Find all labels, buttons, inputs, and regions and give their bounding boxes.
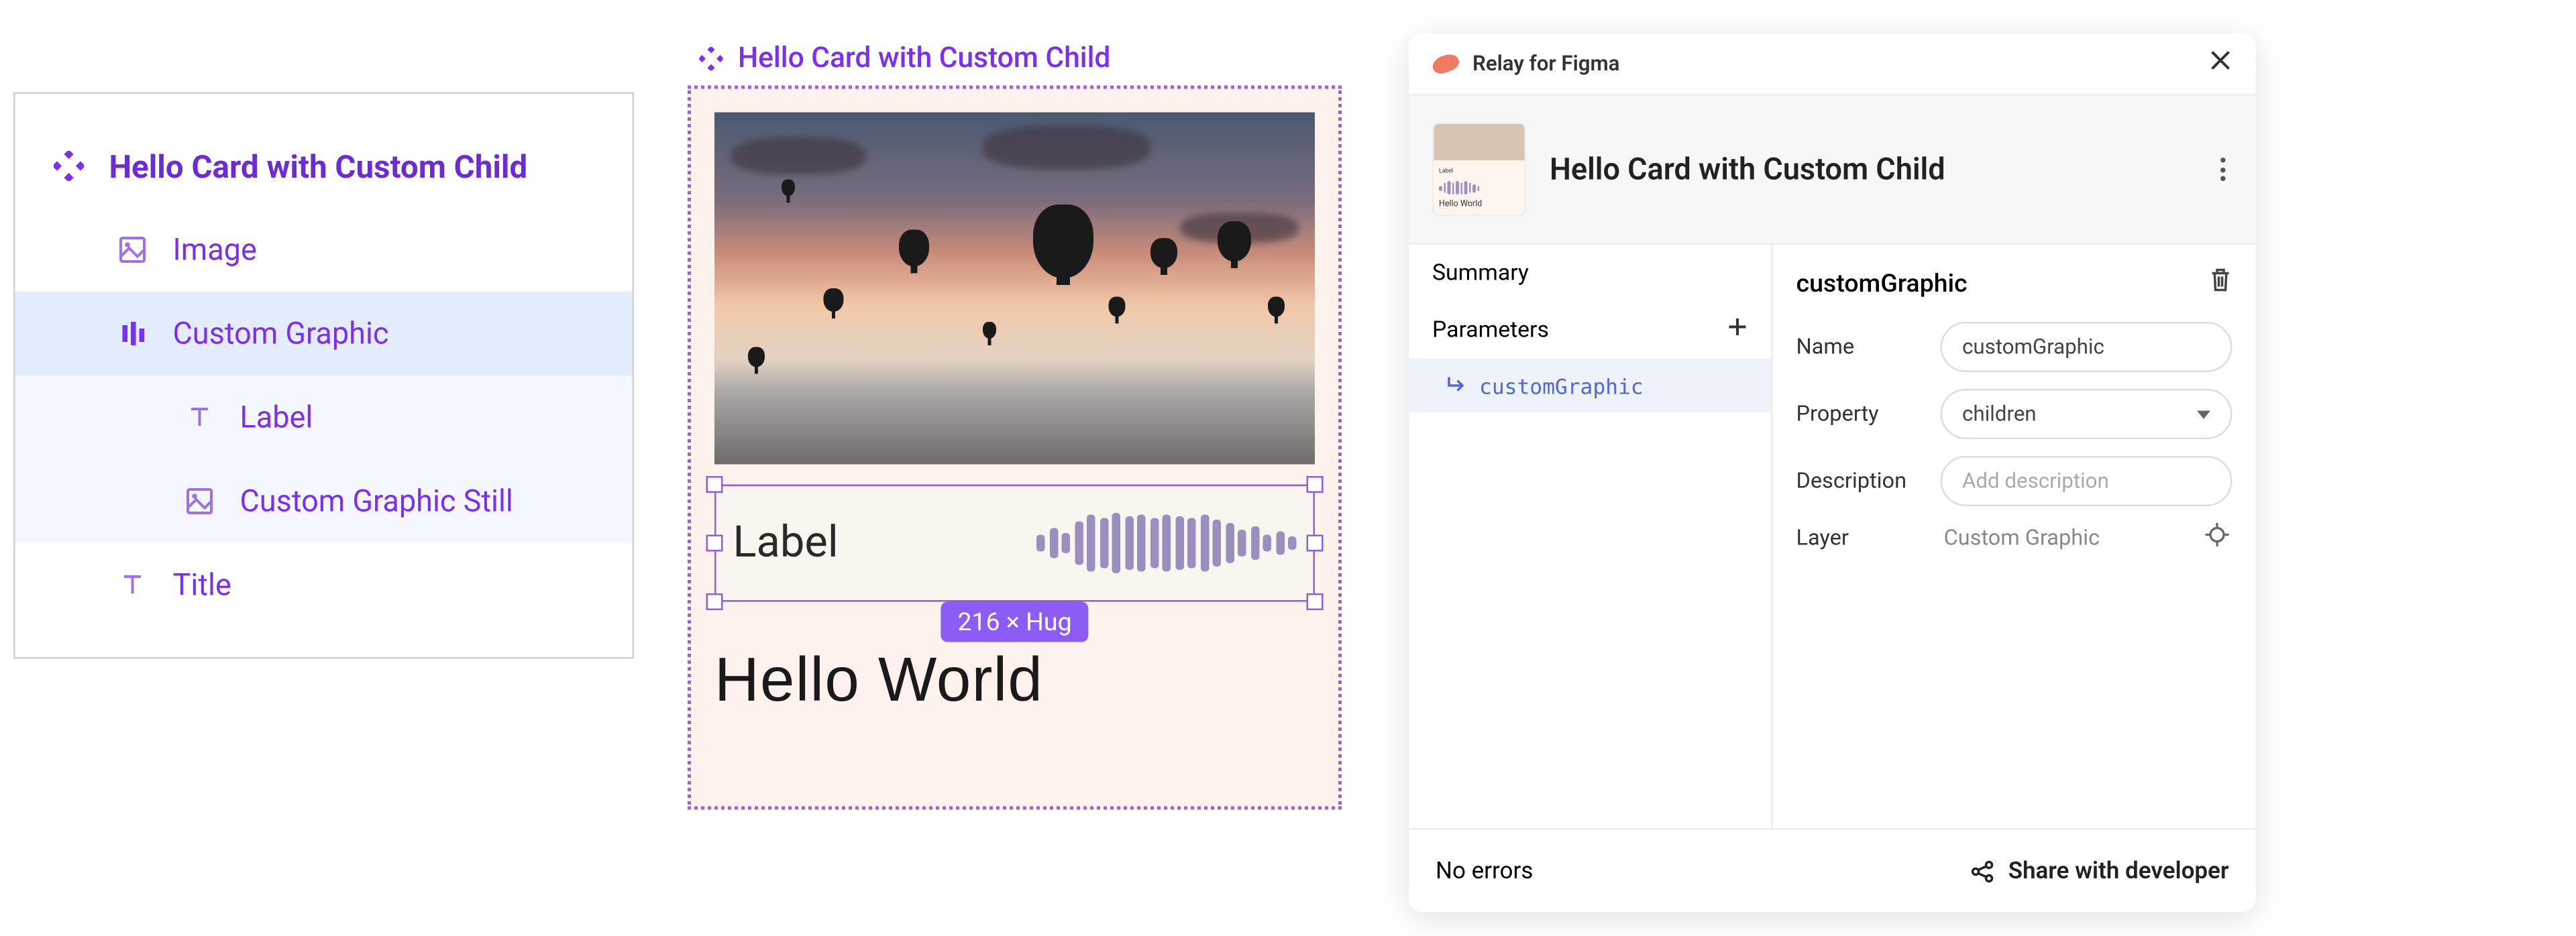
delete-icon[interactable] [2209, 268, 2233, 298]
name-input-value: customGraphic [1962, 335, 2104, 360]
selection-size-badge: 216 × Hug [941, 602, 1088, 642]
description-input[interactable]: Add description [1941, 456, 2233, 506]
form-label: Description [1796, 469, 1924, 494]
enter-arrow-icon [1446, 373, 1466, 398]
close-icon[interactable] [2209, 49, 2233, 79]
balloon-icon [1109, 297, 1126, 317]
relay-header-title: Hello Card with Custom Child [1550, 152, 2190, 187]
param-item-customgraphic[interactable]: customGraphic [1409, 359, 1771, 412]
relay-sidebar: Summary Parameters customGraphic [1409, 245, 1773, 828]
layer-label: Custom Graphic [173, 316, 389, 351]
layer-label: Hello Card with Custom Child [109, 147, 528, 186]
frame-label[interactable]: Hello Card with Custom Child [688, 42, 1342, 76]
custom-graphic-selection[interactable]: Label [714, 485, 1315, 602]
layer-value-text: Custom Graphic [1944, 526, 2100, 551]
frame-icon [116, 317, 150, 351]
layer-row-root[interactable]: Hello Card with Custom Child [15, 124, 633, 208]
relay-plugin-panel: Relay for Figma Label Hello World Hello … [1409, 34, 2256, 912]
canvas-frame[interactable]: Hello Card with Custom Child [688, 42, 1342, 810]
add-icon[interactable] [1727, 317, 1748, 344]
card-title-text[interactable]: Hello World [714, 646, 1315, 716]
selection-handle[interactable] [1307, 593, 1324, 610]
relay-logo-icon [1430, 51, 1461, 76]
component-icon [52, 150, 86, 183]
text-icon [116, 569, 150, 602]
layer-row-label[interactable]: Label [15, 375, 633, 459]
image-icon [183, 485, 217, 518]
balloon-icon [983, 322, 996, 339]
relay-header: Label Hello World Hello Card with Custom… [1409, 94, 2256, 245]
form-row-name: Name customGraphic [1796, 322, 2233, 372]
layer-label: Label [240, 400, 313, 435]
form-label: Name [1796, 335, 1924, 360]
layer-row-custom-graphic[interactable]: Custom Graphic [15, 292, 633, 375]
form-row-property: Property children [1796, 389, 2233, 439]
balloon-icon [1268, 297, 1285, 317]
layer-row-title[interactable]: Title [15, 543, 633, 627]
more-menu-icon[interactable] [2214, 151, 2233, 188]
balloon-icon [1150, 238, 1177, 268]
param-title: customGraphic [1796, 268, 1968, 298]
waveform-icon [1036, 513, 1297, 573]
selection-label-text: Label [733, 518, 839, 569]
form-row-description: Description Add description [1796, 456, 2233, 506]
status-text: No errors [1436, 858, 1533, 884]
card-image[interactable] [714, 113, 1315, 465]
selection-handle[interactable] [706, 593, 723, 610]
name-input[interactable]: customGraphic [1941, 322, 2233, 372]
balloon-icon [1218, 221, 1251, 261]
relay-titlebar: Relay for Figma [1409, 34, 2256, 94]
chevron-down-icon [2197, 410, 2210, 418]
property-select-value: children [1962, 402, 2037, 427]
sidebar-item-label: Summary [1432, 260, 1529, 287]
balloon-icon [824, 288, 844, 312]
description-placeholder: Add description [1962, 469, 2109, 494]
relay-main-pane: customGraphic Name customGraphic Propert… [1773, 245, 2256, 828]
balloon-icon [899, 230, 929, 267]
selection-handle[interactable] [1307, 476, 1324, 493]
layer-tree-panel: Hello Card with Custom Child Image Custo… [13, 93, 634, 659]
text-icon [183, 401, 217, 434]
layer-row-image[interactable]: Image [15, 208, 633, 292]
share-label: Share with developer [2008, 858, 2229, 884]
sidebar-item-label: Parameters [1432, 317, 1549, 344]
component-icon [694, 42, 728, 76]
property-select[interactable]: children [1941, 389, 2233, 439]
target-icon[interactable] [2206, 523, 2229, 553]
layer-label: Image [173, 232, 257, 268]
hello-card[interactable]: Label 216 × Hug Hello World [688, 86, 1342, 810]
relay-footer: No errors Share with developer [1409, 828, 2256, 912]
component-thumbnail: Label Hello World [1432, 123, 1526, 217]
layer-label: Title [173, 567, 231, 603]
image-icon [116, 233, 150, 267]
param-item-label: customGraphic [1479, 373, 1644, 398]
balloon-icon [748, 347, 765, 367]
sidebar-item-summary[interactable]: Summary [1409, 245, 1771, 302]
balloon-icon [1033, 204, 1093, 278]
selection-handle[interactable] [706, 476, 723, 493]
selection-handle[interactable] [1307, 535, 1324, 552]
balloon-icon [782, 180, 795, 196]
relay-app-title: Relay for Figma [1472, 51, 1619, 76]
frame-label-text: Hello Card with Custom Child [738, 42, 1110, 76]
sidebar-item-parameters[interactable]: Parameters [1409, 302, 1771, 359]
form-row-layer: Layer Custom Graphic [1796, 523, 2233, 553]
share-with-developer-button[interactable]: Share with developer [1972, 858, 2229, 884]
share-icon [1972, 859, 1995, 882]
selection-handle[interactable] [706, 535, 723, 552]
layer-row-custom-graphic-still[interactable]: Custom Graphic Still [15, 459, 633, 543]
form-label: Property [1796, 402, 1924, 427]
layer-label: Custom Graphic Still [240, 483, 513, 519]
form-label: Layer [1796, 526, 1924, 551]
